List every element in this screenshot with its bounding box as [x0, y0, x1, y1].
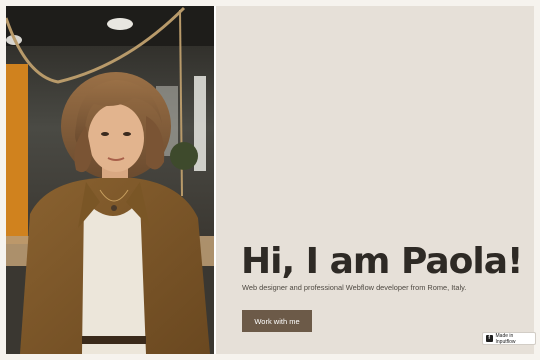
- hero-photo: [6, 6, 214, 354]
- portrait-image: [6, 6, 214, 354]
- inputflow-logo-icon: f: [486, 335, 493, 342]
- hero-panel: [216, 6, 534, 354]
- badge-label: Made in Inputflow: [495, 332, 516, 345]
- hero-subtitle: Web designer and professional Webflow de…: [242, 283, 467, 292]
- made-in-inputflow-badge[interactable]: f Made in Inputflow: [482, 332, 536, 345]
- hero-headline: Hi, I am Paola!: [241, 241, 523, 282]
- work-with-me-button[interactable]: Work with me: [242, 310, 312, 332]
